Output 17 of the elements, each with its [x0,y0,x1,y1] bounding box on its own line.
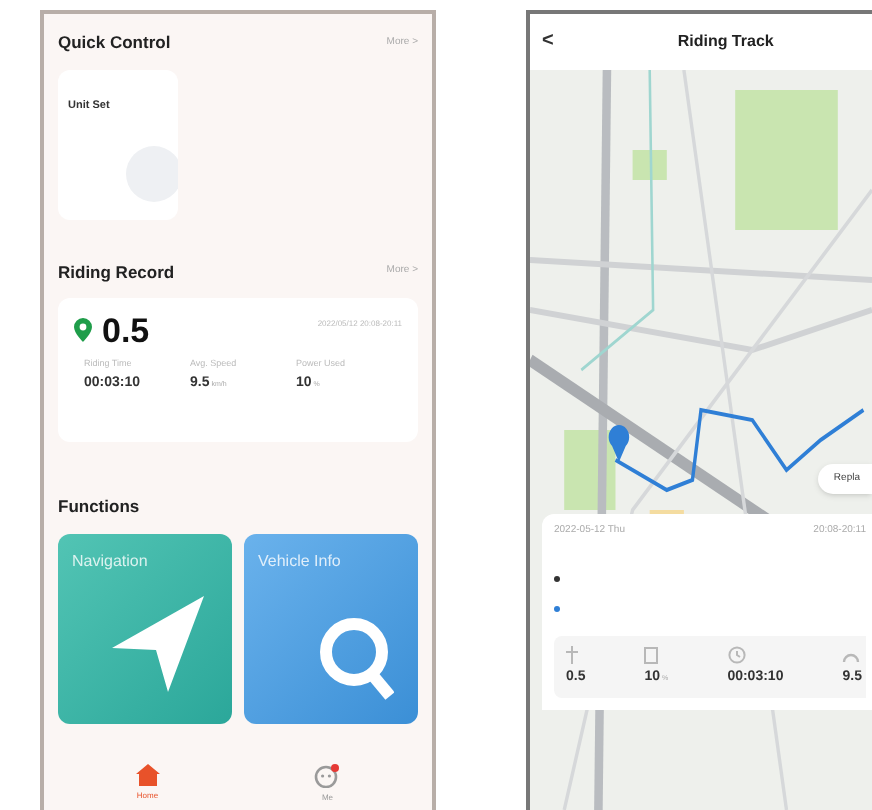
clock-icon [727,645,746,663]
distance-value: 0.5 [102,313,150,347]
location-pin-icon [74,318,92,342]
section-title: Riding Record [58,259,175,285]
section-title: Quick Control [58,30,171,56]
navigation-arrow-icon [112,596,204,693]
back-button[interactable]: < [542,32,554,52]
face-icon [314,764,341,788]
function-tile[interactable]: Navigation [58,534,232,725]
home-icon [135,764,160,786]
battery-icon [644,645,659,663]
section-title: Functions [58,493,142,519]
magnifier-icon [318,616,394,701]
screen-title: Riding Track [675,30,776,54]
tile-label: Vehicle Info [258,550,341,575]
tile-label: Navigation [72,550,148,575]
function-tile[interactable]: Vehicle Info [244,534,418,725]
